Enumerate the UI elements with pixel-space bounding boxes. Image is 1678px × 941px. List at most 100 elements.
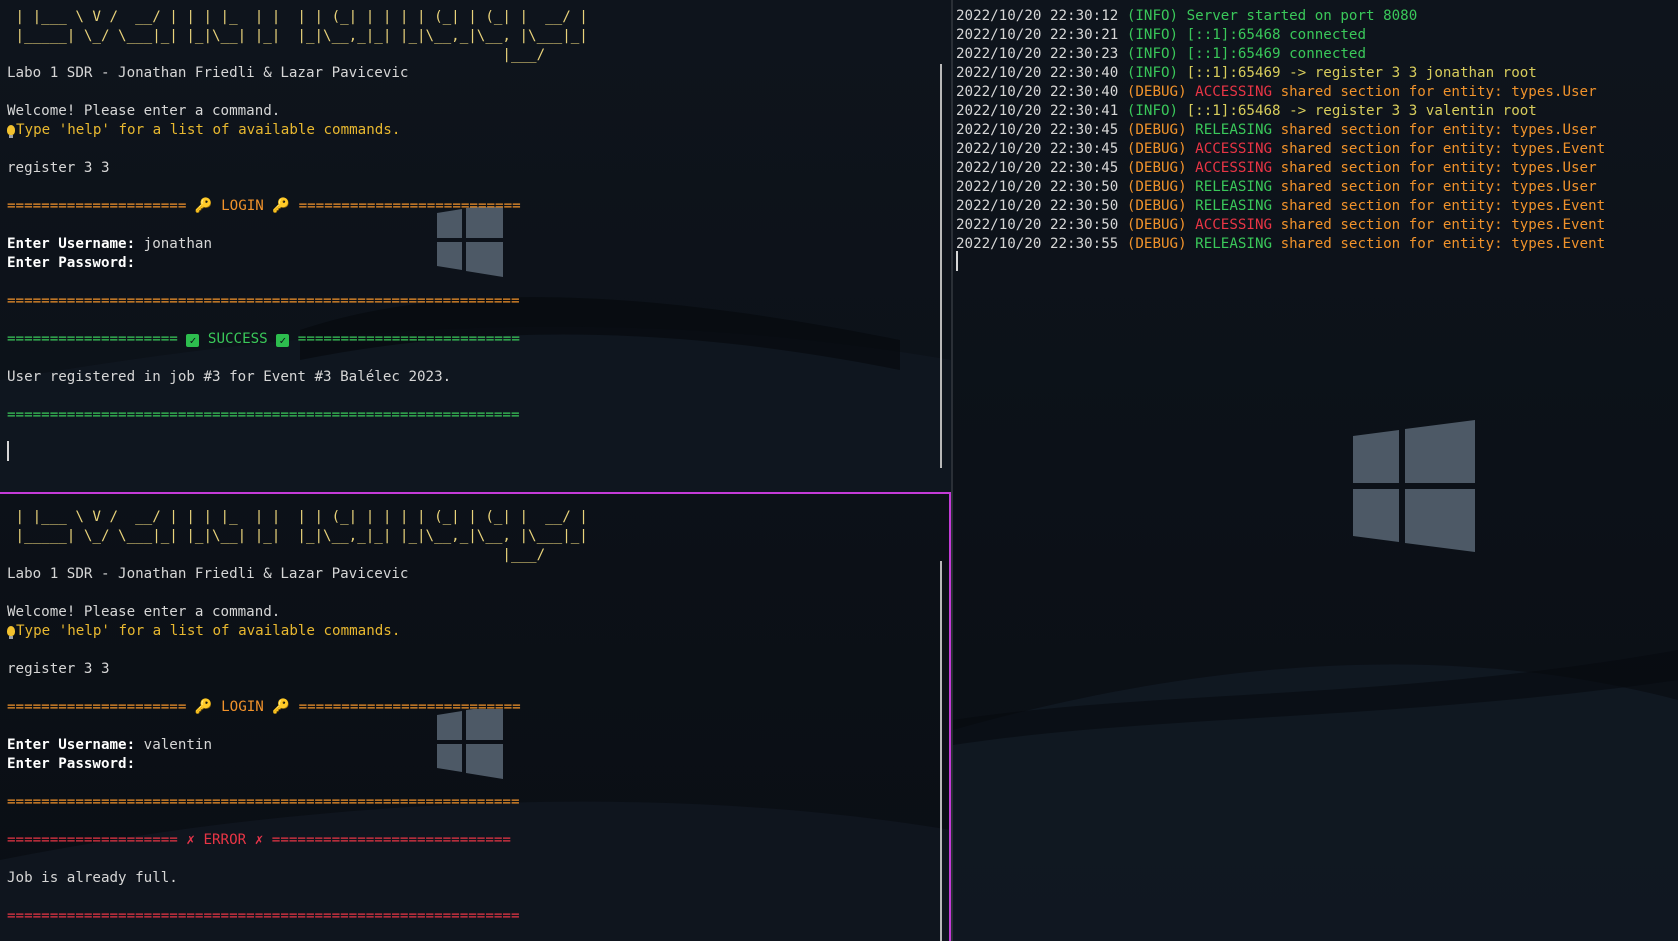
log-action: ACCESSING xyxy=(1186,160,1273,176)
log-level: (INFO) xyxy=(1126,27,1179,43)
log-level: (DEBUG) xyxy=(1126,122,1187,138)
log-line: 2022/10/20 22:30:50 (DEBUG) RELEASING sh… xyxy=(956,178,1597,197)
windows-logo-icon xyxy=(1353,420,1475,552)
success-rule-bottom: ========================================… xyxy=(7,407,520,423)
terminal-pane-bottom-left[interactable]: | |___ \ V / __/ | | | |_ | | | | (_| | … xyxy=(0,492,951,941)
login-label: LOGIN xyxy=(212,198,273,214)
log-timestamp: 2022/10/20 22:30:45 xyxy=(956,122,1119,138)
ascii-banner-line: | |___ \ V / __/ | | | |_ | | | | (_| | … xyxy=(7,509,588,525)
scrollbar[interactable] xyxy=(940,561,942,941)
ascii-banner-line: |_____| \_/ \___|_| |_|\__| |_| |_|\__,_… xyxy=(7,528,588,544)
text-cursor xyxy=(7,441,9,461)
log-message: [::1]:65468 -> register 3 3 valentin roo… xyxy=(1178,103,1537,119)
log-line: 2022/10/20 22:30:23 (INFO) [::1]:65469 c… xyxy=(956,45,1366,64)
log-action: ACCESSING xyxy=(1186,217,1273,233)
log-level: (INFO) xyxy=(1126,65,1179,81)
log-level: (DEBUG) xyxy=(1126,141,1187,157)
log-action: RELEASING xyxy=(1186,198,1273,214)
log-line: 2022/10/20 22:30:50 (DEBUG) ACCESSING sh… xyxy=(956,216,1605,235)
log-timestamp: 2022/10/20 22:30:45 xyxy=(956,160,1119,176)
password-prompt: Enter Password: xyxy=(7,756,136,772)
log-timestamp: 2022/10/20 22:30:23 xyxy=(956,46,1119,62)
login-rule-left: ===================== xyxy=(7,699,195,715)
password-prompt: Enter Password: xyxy=(7,255,136,271)
log-timestamp: 2022/10/20 22:30:45 xyxy=(956,141,1119,157)
error-banner: ==================== ✗ ERROR ✗ =========… xyxy=(7,831,511,850)
scrollbar[interactable] xyxy=(940,64,942,468)
success-banner: ==================== ✓ SUCCESS ✓ =======… xyxy=(7,330,520,349)
log-line: 2022/10/20 22:30:55 (DEBUG) RELEASING sh… xyxy=(956,235,1605,254)
lightbulb-icon xyxy=(7,626,15,639)
log-timestamp: 2022/10/20 22:30:50 xyxy=(956,179,1119,195)
username-prompt: Enter Username: jonathan xyxy=(7,235,212,254)
cross-icon: ✗ xyxy=(254,832,264,848)
help-hint: Type 'help' for a list of available comm… xyxy=(7,622,400,641)
log-message: shared section for entity: types.User xyxy=(1272,122,1597,138)
log-message: shared section for entity: types.Event xyxy=(1272,198,1606,214)
help-hint-text: Type 'help' for a list of available comm… xyxy=(16,122,401,138)
log-message: shared section for entity: types.Event xyxy=(1272,236,1606,252)
log-timestamp: 2022/10/20 22:30:21 xyxy=(956,27,1119,43)
log-level: (DEBUG) xyxy=(1126,236,1187,252)
log-level: (INFO) xyxy=(1126,46,1179,62)
log-timestamp: 2022/10/20 22:30:55 xyxy=(956,236,1119,252)
log-message: [::1]:65469 connected xyxy=(1178,46,1367,62)
windows-logo-icon xyxy=(437,207,503,277)
welcome-text: Welcome! Please enter a command. xyxy=(7,604,281,620)
log-level: (DEBUG) xyxy=(1126,217,1187,233)
log-timestamp: 2022/10/20 22:30:50 xyxy=(956,217,1119,233)
result-message: User registered in job #3 for Event #3 B… xyxy=(7,369,452,385)
log-line: 2022/10/20 22:30:40 (DEBUG) ACCESSING sh… xyxy=(956,83,1597,102)
log-action: RELEASING xyxy=(1186,236,1273,252)
log-action: RELEASING xyxy=(1186,122,1273,138)
username-value: jonathan xyxy=(135,236,212,252)
error-rule-right: ============================ xyxy=(263,832,511,848)
help-hint: Type 'help' for a list of available comm… xyxy=(7,121,400,140)
log-action: ACCESSING xyxy=(1186,84,1273,100)
check-icon: ✓ xyxy=(186,334,200,347)
success-label: SUCCESS xyxy=(199,331,277,347)
success-rule-right: ========================== xyxy=(289,331,520,347)
log-line: 2022/10/20 22:30:21 (INFO) [::1]:65468 c… xyxy=(956,26,1366,45)
lightbulb-icon xyxy=(7,125,15,138)
log-timestamp: 2022/10/20 22:30:50 xyxy=(956,198,1119,214)
log-message: shared section for entity: types.Event xyxy=(1272,141,1606,157)
welcome-text: Welcome! Please enter a command. xyxy=(7,103,281,119)
ascii-banner-line: | |___ \ V / __/ | | | |_ | | | | (_| | … xyxy=(7,9,588,25)
log-message: shared section for entity: types.User xyxy=(1272,84,1597,100)
login-banner: ===================== 🔑 LOGIN 🔑 ========… xyxy=(7,197,521,216)
cross-icon: ✗ xyxy=(186,832,195,848)
success-rule-left: ==================== xyxy=(7,331,187,347)
terminal-pane-server-log[interactable]: 2022/10/20 22:30:12 (INFO) Server starte… xyxy=(953,0,1678,941)
log-timestamp: 2022/10/20 22:30:12 xyxy=(956,8,1119,24)
log-action: RELEASING xyxy=(1186,179,1273,195)
result-message: Job is already full. xyxy=(7,870,178,886)
log-level: (INFO) xyxy=(1126,8,1179,24)
login-label: LOGIN xyxy=(212,699,273,715)
ascii-banner-line: |_____| \_/ \___|_| |_|\__| |_| |_|\__,_… xyxy=(7,28,588,44)
username-prompt: Enter Username: valentin xyxy=(7,736,212,755)
log-message: shared section for entity: types.Event xyxy=(1272,217,1606,233)
username-label: Enter Username: xyxy=(7,737,136,753)
command-input-echo: register 3 3 xyxy=(7,160,110,176)
log-level: (DEBUG) xyxy=(1126,84,1187,100)
log-message: shared section for entity: types.User xyxy=(1272,179,1597,195)
log-message: Server started on port 8080 xyxy=(1178,8,1418,24)
login-rule-bottom: ========================================… xyxy=(7,293,520,309)
login-rule-right: ========================== xyxy=(290,198,521,214)
log-line: 2022/10/20 22:30:41 (INFO) [::1]:65468 -… xyxy=(956,102,1537,121)
log-level: (DEBUG) xyxy=(1126,198,1187,214)
log-action: ACCESSING xyxy=(1186,141,1273,157)
help-hint-text: Type 'help' for a list of available comm… xyxy=(16,623,401,639)
ascii-banner-line: |___/ xyxy=(7,547,546,563)
username-value: valentin xyxy=(135,737,212,753)
log-timestamp: 2022/10/20 22:30:41 xyxy=(956,103,1119,119)
log-message: [::1]:65468 connected xyxy=(1178,27,1367,43)
error-rule-left: ==================== xyxy=(7,832,187,848)
terminal-pane-top-left[interactable]: | |___ \ V / __/ | | | |_ | | | | (_| | … xyxy=(0,0,951,492)
error-rule-bottom: ========================================… xyxy=(7,908,520,924)
app-title: Labo 1 SDR - Jonathan Friedli & Lazar Pa… xyxy=(7,566,409,582)
log-line: 2022/10/20 22:30:50 (DEBUG) RELEASING sh… xyxy=(956,197,1605,216)
log-level: (DEBUG) xyxy=(1126,160,1187,176)
log-timestamp: 2022/10/20 22:30:40 xyxy=(956,65,1119,81)
